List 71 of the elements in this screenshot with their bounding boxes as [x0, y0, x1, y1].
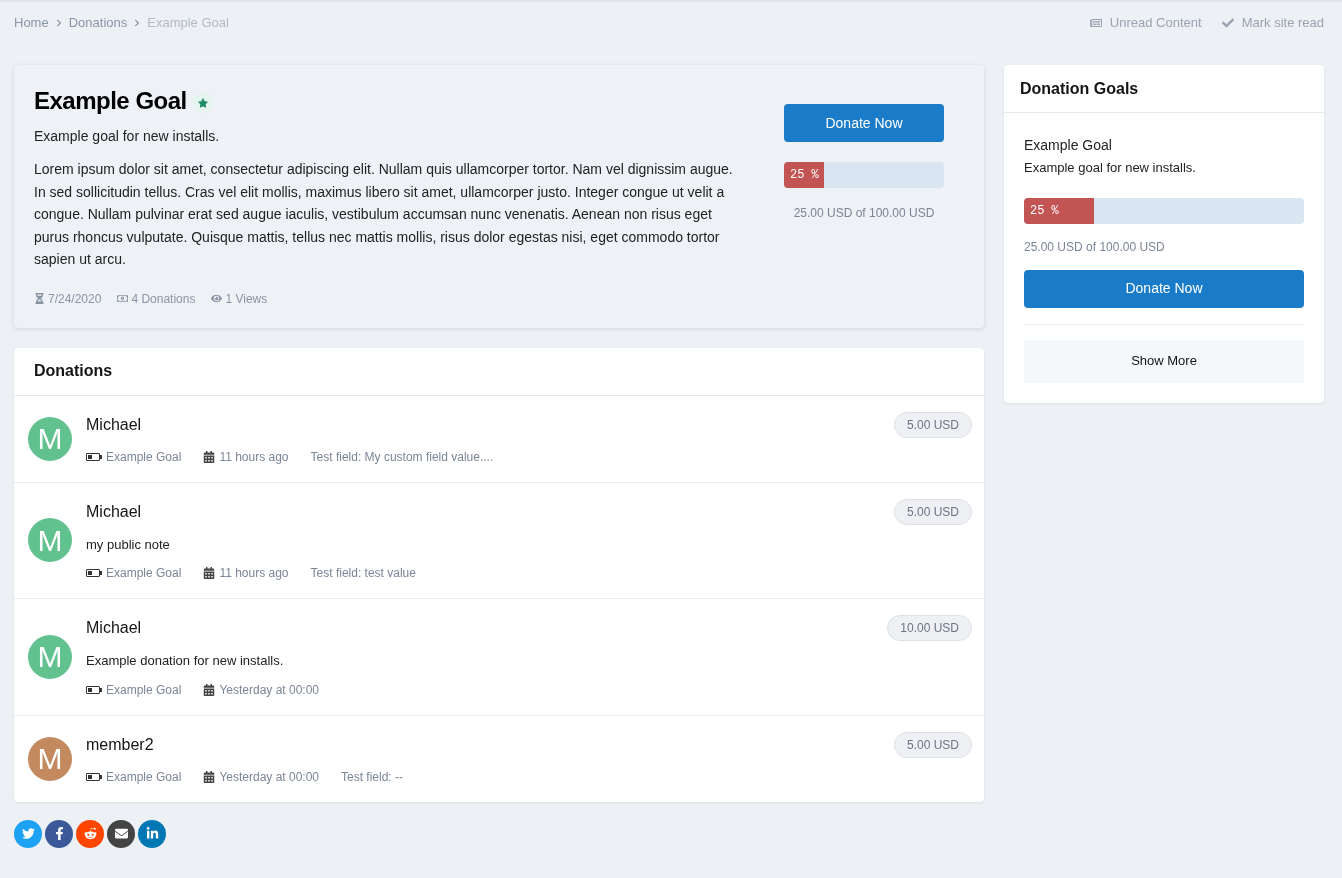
show-more-button[interactable]: Show More: [1024, 339, 1304, 383]
meta-text: 4 Donations: [131, 290, 196, 308]
calendar-icon: [203, 567, 216, 579]
meta-text: 1 Views: [225, 290, 268, 308]
battery-icon: [86, 685, 102, 694]
calendar-icon: [203, 683, 216, 696]
donor-name[interactable]: Michael: [86, 616, 142, 640]
donate-button[interactable]: Donate Now: [784, 104, 944, 142]
amount-badge: 10.00 USD: [887, 615, 972, 641]
meta-text: 7/24/2020: [48, 290, 102, 308]
newspaper-icon: [1089, 17, 1102, 29]
calendar-icon: [203, 770, 216, 783]
goal-title: Example Goal: [34, 86, 187, 116]
link-label: Unread Content: [1109, 14, 1202, 33]
goal-subtitle: Example goal for new installs.: [34, 127, 221, 146]
amount-badge: 5.00 USD: [893, 411, 972, 438]
donor-name[interactable]: Michael: [86, 499, 142, 524]
twitter-share-button[interactable]: [14, 819, 42, 848]
envelope-icon: [114, 827, 128, 840]
link-label: Mark site read: [1241, 14, 1324, 33]
avatar[interactable]: M: [28, 518, 72, 563]
banknote-icon: [117, 293, 129, 304]
bird-icon: [21, 827, 35, 840]
header-link[interactable]: Unread Content: [1089, 13, 1202, 33]
chevron-icon: [54, 19, 63, 27]
amount-text: 25.00 USD of 100.00 USD: [1024, 238, 1166, 256]
donation-time: Yesterday at 00:00: [219, 681, 319, 699]
goal-link[interactable]: Example Goal: [106, 564, 182, 582]
goal-name[interactable]: Example Goal: [1024, 135, 1304, 156]
donor-name[interactable]: member2: [86, 732, 154, 757]
progress-label: 25 %: [1029, 202, 1059, 220]
donation-time: 11 hours ago: [219, 565, 289, 582]
donation-note: Example donation for new installs.: [86, 652, 285, 670]
header-link[interactable]: Mark site read: [1221, 13, 1324, 33]
custom-field: Test field: My custom field value....: [310, 447, 494, 466]
breadcrumb-link[interactable]: Home: [14, 13, 49, 33]
goal-link[interactable]: Example Goal: [106, 680, 182, 699]
breadcrumb-link[interactable]: Donations: [68, 13, 128, 33]
panel-title: Donations: [14, 347, 984, 396]
donate-button[interactable]: Donate Now: [1024, 269, 1304, 308]
calendar-icon: [203, 450, 216, 463]
custom-field: Test field: test value: [310, 564, 416, 582]
amount-text: 25.00 USD of 100.00 USD: [793, 205, 935, 222]
goal-link[interactable]: Example Goal: [106, 767, 182, 786]
check-icon: [1221, 17, 1234, 29]
battery-icon: [86, 569, 102, 577]
custom-field: Test field: --: [341, 767, 404, 786]
donor-name[interactable]: Michael: [86, 412, 142, 437]
avatar[interactable]: M: [28, 634, 72, 679]
goal-description: Lorem ipsum dolor sit amet, consectetur adipiscing elit. Nullam quis ullamcorper tortor. Nam vel dignissim augue. In sed sollicitudin tellus. Cras vel elit mollis, maximus libero sit amet, ullamcorper justo. Integer congue ut velit a congue. Nullam pulvinar erat sed augue iaculis, vestibulum accumsan nunc venenatis. Aenean non risus eget purus rhoncus vulputate. Quisque mattis, tellus nec mattis mollis, risus dolor egestas nisi, eget commodo tortor sapien ut arcu.: [34, 160, 734, 269]
amount-badge: 5.00 USD: [893, 731, 972, 758]
hourglass-icon: [34, 293, 45, 304]
eye-icon: [211, 293, 223, 304]
alien-icon: [83, 827, 97, 840]
progress-label: 25 %: [789, 167, 819, 184]
linkedin-share-button[interactable]: [138, 819, 166, 848]
goal-link[interactable]: Example Goal: [106, 447, 182, 466]
email-share-button[interactable]: [107, 819, 135, 848]
donation-time: 11 hours ago: [219, 448, 289, 466]
facebook-share-button[interactable]: [45, 819, 73, 848]
battery-icon: [86, 772, 102, 781]
letters-in-icon: [145, 827, 159, 840]
chevron-icon: [133, 19, 142, 27]
donation-note: my public note: [86, 535, 171, 554]
avatar[interactable]: M: [28, 416, 72, 461]
battery-icon: [86, 452, 102, 461]
panel-title: Donation Goals: [1004, 65, 1324, 113]
amount-badge: 5.00 USD: [893, 498, 972, 525]
goal-subtitle: Example goal for new installs.: [1024, 159, 1197, 177]
donation-time: Yesterday at 00:00: [219, 768, 319, 786]
avatar[interactable]: M: [28, 736, 72, 781]
